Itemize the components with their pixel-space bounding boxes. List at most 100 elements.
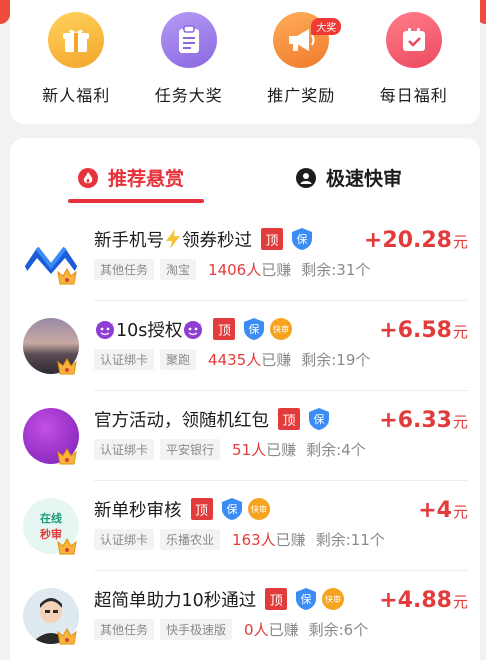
category-chip: 认证绑卡 [94,438,155,460]
devil-emoji-icon [96,321,114,339]
remaining-count: 剩余:19个 [301,350,371,369]
category-label: 任务大奖 [154,86,223,105]
task-meta: 认证绑卡 平安银行 51人已赚 剩余:4个 [94,438,366,460]
remaining-count: 剩余:6个 [308,620,369,639]
crown-badge-icon [57,357,77,375]
remaining-count: 剩余:11个 [315,530,385,549]
active-tab-indicator [68,199,204,203]
top-tag: 顶 [261,228,283,250]
task-title-row: 超简单助力10秒通过 顶 保 快审 [94,586,345,612]
fast-review-badge-icon: 快审 [247,498,270,520]
top-tag: 顶 [213,318,236,340]
top-tag: 顶 [265,588,288,610]
task-meta: 其他任务 快手极速版 0人已赚 剩余:6个 [94,618,368,640]
category-task-prize[interactable]: 任务大奖 [139,12,239,124]
task-item[interactable]: 10s授权 顶 保 快审 认证绑卡 聚跑 4435人已赚 剩余:19个 +6.5… [10,312,480,402]
calendar-icon [385,12,442,68]
svg-text:保: 保 [297,232,308,246]
task-title: 10s授权 [116,320,183,341]
earned-count: 1406人已赚 [208,260,292,279]
svg-text:保: 保 [249,322,260,336]
guarantee-shield-icon: 保 [244,318,265,340]
remaining-count: 剩余:31个 [301,260,371,279]
tab-bar: 推荐悬赏 极速快审 [10,138,480,204]
devil-emoji-icon [184,321,203,339]
category-new-user-benefit[interactable]: 新人福利 [26,12,126,124]
task-item[interactable]: 在线 秒审 新单秒审核 顶 保 快审 认证绑卡 乐播农业 163人已赚 剩余:1… [10,492,480,582]
earned-count: 4435人已赚 [208,350,292,369]
platform-chip: 聚跑 [160,348,197,370]
guarantee-shield-icon: 保 [296,588,317,610]
tab-recommend-reward[interactable]: 推荐悬赏 [78,164,184,191]
flame-icon [78,167,98,188]
earned-count: 0人已赚 [244,620,299,639]
category-card: 新人福利 任务大奖 大奖 推广奖励 每日福利 [10,0,480,124]
crown-badge-icon [57,447,77,465]
task-reward-price: +4元 [418,498,468,523]
row-divider [94,480,468,481]
task-meta: 其他任务 淘宝 1406人已赚 剩余:31个 [94,258,370,280]
task-title: 超简单助力10秒通过 [94,590,257,611]
tab-label: 推荐悬赏 [108,168,185,190]
row-divider [94,300,468,301]
crown-badge-icon [57,627,77,645]
category-label: 推广奖励 [267,86,336,105]
task-title: 新手机号 [94,230,164,251]
platform-chip: 淘宝 [160,258,197,280]
platform-chip: 平安银行 [160,438,221,460]
prize-badge: 大奖 [311,18,342,35]
top-tag: 顶 [278,408,300,430]
category-chip: 其他任务 [94,618,155,640]
svg-text:快审: 快审 [325,594,341,604]
tab-label: 极速快审 [326,168,403,190]
category-chip: 其他任务 [94,258,155,280]
fast-review-badge-icon: 快审 [322,588,345,610]
crown-badge-icon [57,267,77,285]
category-label: 每日福利 [379,86,448,105]
category-chip: 认证绑卡 [94,528,155,550]
task-title-row: 官方活动，领随机红包 顶 保 [94,406,330,432]
task-title-row: 新手机号 领券秒过 顶 保 [94,226,313,252]
task-reward-price: +20.28元 [363,228,468,253]
lightning-icon [166,229,180,249]
task-meta: 认证绑卡 乐播农业 163人已赚 剩余:11个 [94,528,385,550]
platform-chip: 乐播农业 [160,528,221,550]
task-item[interactable]: 新手机号 领券秒过 顶 保 其他任务 淘宝 1406人已赚 剩余:31个 +20… [10,222,480,312]
category-label: 新人福利 [42,86,111,105]
svg-text:快审: 快审 [251,504,267,514]
top-tag: 顶 [190,498,213,520]
tab-fast-review[interactable]: 极速快审 [296,164,402,191]
user-icon [296,167,316,188]
clipboard-icon [160,12,217,68]
guarantee-shield-icon: 保 [221,498,242,520]
task-title-suffix: 领券秒过 [182,230,252,251]
task-title: 官方活动，领随机红包 [94,410,269,431]
category-daily-benefit[interactable]: 每日福利 [364,12,464,124]
gift-icon [48,12,105,68]
svg-text:保: 保 [226,502,237,516]
category-promotion-reward[interactable]: 大奖 推广奖励 [251,12,351,124]
avatar-text-online: 在线 [40,512,62,525]
row-divider [94,570,468,571]
task-meta: 认证绑卡 聚跑 4435人已赚 剩余:19个 [94,348,370,370]
header-red-edge-left [0,0,10,24]
guarantee-shield-icon: 保 [292,228,312,250]
guarantee-shield-icon: 保 [309,408,329,430]
svg-text:保: 保 [314,412,325,426]
platform-chip: 快手极速版 [160,618,233,640]
task-list-card: 推荐悬赏 极速快审 新手机号 领券秒过 顶 保 其他任务 淘宝 1406人已赚 … [10,138,480,660]
row-divider [94,390,468,391]
svg-text:快审: 快审 [273,324,289,334]
earned-count: 51人已赚 [232,440,297,459]
category-chip: 认证绑卡 [94,348,155,370]
remaining-count: 剩余:4个 [306,440,366,459]
task-title: 新单秒审核 [94,500,182,521]
task-reward-price: +6.58元 [379,318,468,343]
fast-review-badge-icon: 快审 [270,318,293,340]
crown-badge-icon [57,537,77,555]
task-item[interactable]: 官方活动，领随机红包 顶 保 认证绑卡 平安银行 51人已赚 剩余:4个 +6.… [10,402,480,492]
task-title-row: 新单秒审核 顶 保 快审 [94,496,271,522]
task-item[interactable]: 超简单助力10秒通过 顶 保 快审 其他任务 快手极速版 0人已赚 剩余:6个 … [10,582,480,660]
task-title-row: 10s授权 顶 保 快审 [94,316,293,342]
task-reward-price: +6.33元 [379,408,468,433]
